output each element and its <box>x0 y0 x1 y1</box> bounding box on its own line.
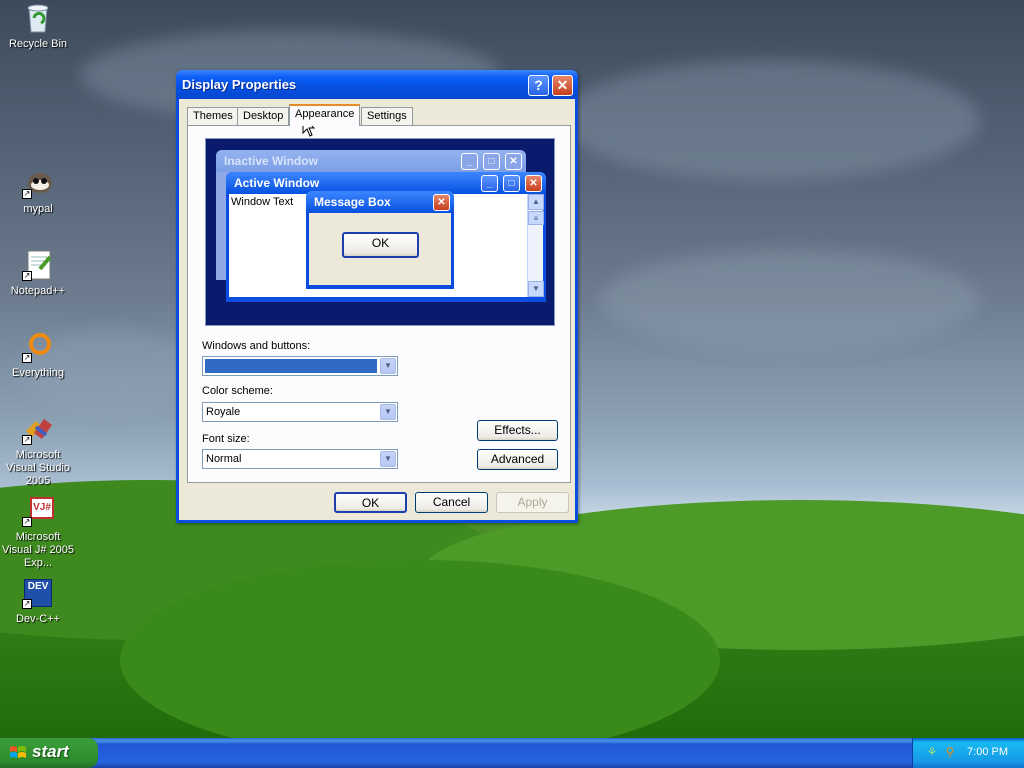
dev-cpp-icon: DEV ↗ <box>22 577 54 609</box>
advanced-button[interactable]: Advanced <box>477 449 558 470</box>
desktop-icon-label: Microsoft Visual Studio 2005 <box>5 449 70 487</box>
shortcut-arrow-icon: ↗ <box>22 517 32 527</box>
notepad-plus-plus-icon: ↗ <box>22 249 54 281</box>
close-icon: ✕ <box>525 175 542 192</box>
desktop-icon-label: Notepad++ <box>10 285 66 297</box>
visual-studio-icon: ↗ <box>22 413 54 445</box>
color-scheme-select[interactable]: Royale ▼ <box>202 402 398 422</box>
everything-search-icon: ↗ <box>22 331 54 363</box>
selected-style-highlight <box>205 359 377 373</box>
chevron-down-icon[interactable]: ▼ <box>380 451 396 467</box>
close-button[interactable]: ✕ <box>552 75 573 96</box>
tab-desktop[interactable]: Desktop <box>237 107 290 125</box>
font-size-select[interactable]: Normal ▼ <box>202 449 398 469</box>
cloud <box>600 250 980 350</box>
desktop-icon-recycle-bin[interactable]: Recycle Bin <box>0 2 76 51</box>
scroll-thumb: ≡ <box>528 211 544 225</box>
scroll-down-arrow-icon: ▼ <box>528 281 544 297</box>
cancel-button[interactable]: Cancel <box>415 492 488 513</box>
desktop-icon-label: mypal <box>23 203 53 215</box>
close-icon: ✕ <box>433 194 450 211</box>
apply-button[interactable]: Apply <box>496 492 569 513</box>
windows-buttons-label: Windows and buttons: <box>202 340 311 352</box>
visual-jsharp-icon: VJ# ↗ <box>22 495 54 527</box>
tab-settings[interactable]: Settings <box>361 107 413 125</box>
dialog-titlebar[interactable]: Display Properties ? ✕ <box>176 70 578 99</box>
scroll-up-arrow-icon: ▲ <box>528 194 544 210</box>
help-button[interactable]: ? <box>528 75 549 96</box>
effects-button[interactable]: Effects... <box>477 420 558 441</box>
cloud <box>560 60 980 180</box>
ok-button[interactable]: OK <box>334 492 407 513</box>
everything-search-tray-icon[interactable]: ⚲ <box>943 745 957 759</box>
start-label: start <box>32 742 69 761</box>
color-scheme-value: Royale <box>206 406 241 418</box>
dialog-title: Display Properties <box>182 77 297 92</box>
chevron-down-icon[interactable]: ▼ <box>380 358 396 374</box>
display-properties-dialog: Display Properties ? ✕ Themes Desktop Ap… <box>176 70 578 523</box>
network-icon[interactable]: ⚘ <box>925 745 939 759</box>
mypal-icon: ↗ <box>22 167 54 199</box>
desktop-icon-dev-cpp[interactable]: DEV ↗ Dev-C++ <box>0 577 76 626</box>
shortcut-arrow-icon: ↗ <box>22 435 32 445</box>
desktop-icon-visual-studio[interactable]: ↗ Microsoft Visual Studio 2005 <box>0 413 76 488</box>
maximize-icon: □ <box>483 153 500 170</box>
message-box-body: OK <box>309 213 451 285</box>
preview-ok-button: OK <box>342 232 419 258</box>
desktop: Recycle Bin ↗ mypal ↗ Notepad++ ↗ Everyt… <box>0 0 1024 738</box>
desktop-icon-everything[interactable]: ↗ Everything <box>0 331 76 380</box>
desktop-icon-label: Microsoft Visual J# 2005 Exp... <box>2 531 74 569</box>
appearance-panel: Inactive Window _ □ ✕ Active Window _ □ … <box>187 125 571 483</box>
desktop-icon-label: Everything <box>12 367 64 379</box>
color-scheme-label: Color scheme: <box>202 385 273 397</box>
active-window-title: Active Window <box>234 176 320 190</box>
chevron-down-icon[interactable]: ▼ <box>380 404 396 420</box>
windows-buttons-select[interactable]: ▼ <box>202 356 398 376</box>
shortcut-arrow-icon: ↗ <box>22 599 32 609</box>
message-box-title: Message Box <box>314 195 391 209</box>
tab-appearance[interactable]: Appearance <box>289 104 361 126</box>
message-box-titlebar: Message Box ✕ <box>306 191 454 213</box>
taskbar: start ⚘ ⚲ 7:00 PM <box>0 738 1024 768</box>
minimize-icon: _ <box>481 175 498 192</box>
shortcut-arrow-icon: ↗ <box>22 353 32 363</box>
desktop-icon-label: Dev-C++ <box>15 613 61 625</box>
windows-logo-icon <box>10 746 26 758</box>
tab-themes[interactable]: Themes <box>187 107 239 125</box>
shortcut-arrow-icon: ↗ <box>22 189 32 199</box>
window-text: Window Text <box>231 196 294 208</box>
minimize-icon: _ <box>461 153 478 170</box>
preview-scrollbar: ▲ ≡ ▼ <box>527 194 544 297</box>
dialog-body: Themes Desktop Appearance Settings Inact… <box>179 99 575 520</box>
desktop-icon-visual-jsharp[interactable]: VJ# ↗ Microsoft Visual J# 2005 Exp... <box>0 495 76 570</box>
jsharp-badge: VJ# <box>30 497 54 519</box>
appearance-preview: Inactive Window _ □ ✕ Active Window _ □ … <box>205 138 555 326</box>
preview-message-box: Message Box ✕ OK <box>306 191 454 289</box>
shortcut-arrow-icon: ↗ <box>22 271 32 281</box>
font-size-label: Font size: <box>202 433 250 445</box>
maximize-icon: □ <box>503 175 520 192</box>
preview-inactive-titlebar: Inactive Window _ □ ✕ <box>216 150 526 172</box>
desktop-icon-label: Recycle Bin <box>8 38 68 50</box>
clock[interactable]: 7:00 PM <box>967 746 1008 758</box>
close-icon: ✕ <box>505 153 522 170</box>
desktop-icon-notepad-plus-plus[interactable]: ↗ Notepad++ <box>0 249 76 298</box>
system-tray: ⚘ ⚲ 7:00 PM <box>912 738 1024 768</box>
recycle-bin-icon <box>22 2 54 34</box>
start-button[interactable]: start <box>0 738 98 768</box>
inactive-window-title: Inactive Window <box>224 154 318 168</box>
green-hills <box>0 480 1024 738</box>
font-size-value: Normal <box>206 453 242 465</box>
desktop-icon-mypal[interactable]: ↗ mypal <box>0 167 76 216</box>
